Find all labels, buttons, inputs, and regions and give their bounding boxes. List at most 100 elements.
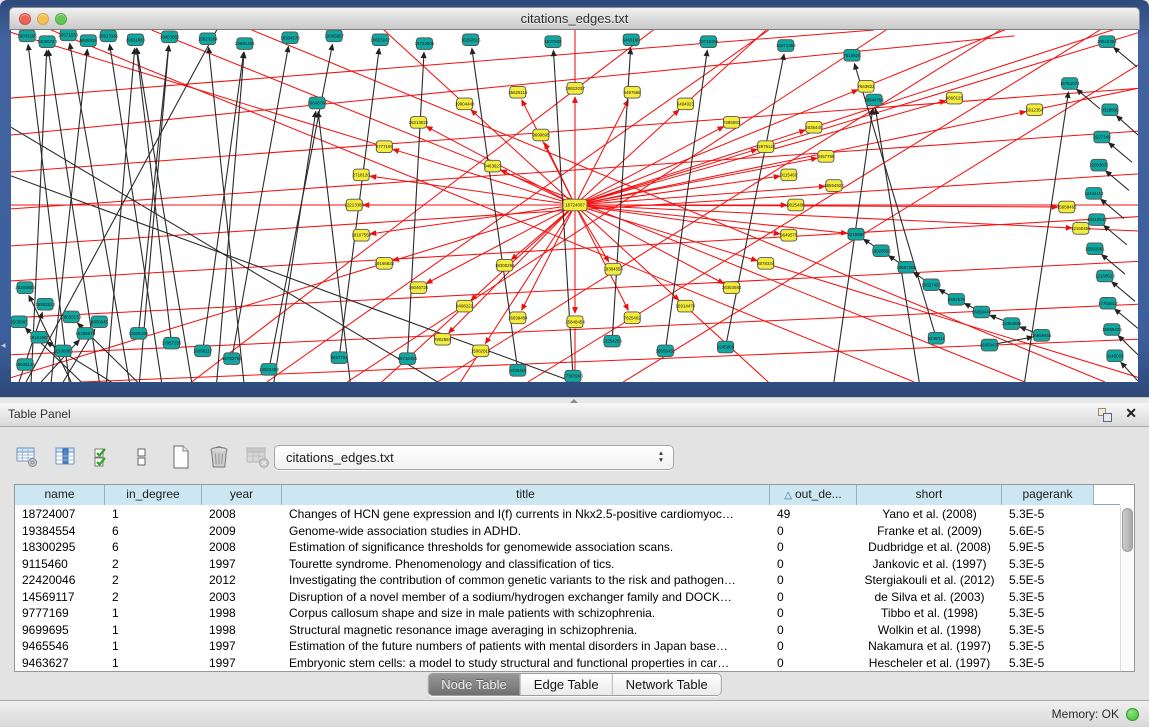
graph-node[interactable]: 15823284 xyxy=(198,33,218,45)
graph-node[interactable]: 2505887 xyxy=(11,316,28,328)
graph-node[interactable]: 16567251 xyxy=(896,261,916,273)
hub-node[interactable]: 18724007 xyxy=(563,199,587,211)
graph-node[interactable]: 19904448 xyxy=(455,98,475,110)
graph-node[interactable]: 9245009 xyxy=(717,341,735,353)
window-titlebar[interactable]: citations_edges.txt xyxy=(9,7,1140,30)
graph-node[interactable]: 15827450 xyxy=(921,279,941,291)
graph-node[interactable]: 5912354 xyxy=(1026,104,1044,116)
table-row[interactable]: 1872400712008Changes of HCN gene express… xyxy=(15,506,1120,523)
graph-node[interactable]: 12093872 xyxy=(1089,159,1109,171)
graph-node[interactable]: 16213022 xyxy=(409,117,429,129)
graph-node[interactable]: 9699695 xyxy=(532,129,550,141)
graph-node[interactable]: 17957255 xyxy=(162,337,182,349)
graph-node[interactable]: 12160455 xyxy=(1071,223,1091,235)
graph-node[interactable]: 19151504 xyxy=(29,331,49,343)
graph-node[interactable]: 12975125 xyxy=(756,141,776,153)
graph-node[interactable]: 16262615 xyxy=(461,34,481,46)
delete-column-icon[interactable] xyxy=(204,441,234,473)
graph-node[interactable]: 9498222 xyxy=(456,300,474,312)
column-header-out-de-[interactable]: △out_de... xyxy=(770,485,857,505)
close-panel-icon[interactable]: ✕ xyxy=(1125,405,1137,422)
graph-node[interactable]: 18650133 xyxy=(61,311,81,323)
graph-node[interactable]: 14671355 xyxy=(776,40,796,52)
graph-node[interactable]: 16353584 xyxy=(722,282,742,294)
table-row[interactable]: 946362711997Embryonic stem cells: a mode… xyxy=(15,655,1120,672)
graph-node[interactable]: 6466160 xyxy=(623,34,641,46)
graph-node[interactable]: 16959466 xyxy=(1032,329,1052,341)
column-header-in-degree[interactable]: in_degree xyxy=(105,485,202,505)
graph-node[interactable]: 16782759 xyxy=(222,353,242,365)
graph-node[interactable]: 20613345 xyxy=(99,30,119,42)
graph-node[interactable]: 18384578 xyxy=(280,32,300,44)
graph-node[interactable]: 12923468 xyxy=(259,364,279,376)
graph-node[interactable]: 12444113 xyxy=(1084,188,1104,200)
graph-node[interactable]: 15692951 xyxy=(1085,243,1105,255)
tab-node-table[interactable]: Node Table xyxy=(428,674,520,695)
graph-node[interactable]: 9245012 xyxy=(928,332,946,344)
graph-node[interactable]: 9227349 xyxy=(1093,131,1111,143)
graph-node[interactable]: 2718120 xyxy=(353,169,371,181)
graph-node[interactable]: 13254256 xyxy=(602,335,622,347)
float-panel-icon[interactable] xyxy=(1098,408,1113,423)
graph-node[interactable]: 16648784 xyxy=(307,97,327,109)
graph-node[interactable]: 10719155 xyxy=(699,36,719,48)
graph-node[interactable]: 9806845 xyxy=(91,316,109,328)
graph-node[interactable]: 18944794 xyxy=(864,94,884,106)
west-panel-handle-icon[interactable]: ◂ xyxy=(1,340,6,351)
graph-node[interactable]: 9857791 xyxy=(331,352,349,364)
graph-node[interactable]: 18822037 xyxy=(565,83,585,95)
graph-node[interactable]: 12160523 xyxy=(1095,270,1115,282)
table-settings-icon[interactable] xyxy=(12,441,42,473)
column-header-name[interactable]: name xyxy=(15,485,105,505)
graph-node[interactable]: 19505126 xyxy=(15,359,35,371)
graph-node[interactable]: 7625402 xyxy=(624,312,642,324)
graph-node[interactable]: 12505185 xyxy=(129,328,149,340)
graph-node[interactable]: 20611063 xyxy=(126,34,146,46)
graph-node[interactable]: 9649575 xyxy=(780,229,798,241)
graph-node[interactable]: 20642364 xyxy=(1097,36,1117,48)
graph-node[interactable]: 18107554 xyxy=(351,229,371,241)
graph-node[interactable]: 15848454 xyxy=(565,316,585,328)
graph-node[interactable]: 16046726 xyxy=(409,282,429,294)
graph-node[interactable]: 9025488 xyxy=(787,199,805,211)
graph-node[interactable]: 15982819 xyxy=(471,345,491,357)
graph-node[interactable]: 18300295 xyxy=(495,259,515,271)
graph-node[interactable]: 9438450 xyxy=(509,364,527,376)
graph-node[interactable]: 9115460 xyxy=(780,169,797,181)
column-header-pagerank[interactable]: pagerank xyxy=(1002,485,1094,505)
graph-node[interactable]: 16959435 xyxy=(980,339,1000,351)
graph-node[interactable]: 6497568 xyxy=(624,86,642,98)
graph-node[interactable]: 2036440 xyxy=(805,121,823,133)
clear-selection-icon[interactable] xyxy=(127,441,157,473)
graph-node[interactable]: 17363960 xyxy=(563,370,583,382)
graph-node[interactable]: 19166823 xyxy=(375,258,395,270)
graph-node[interactable]: 7485063 xyxy=(723,117,741,129)
graph-node[interactable]: 14055724 xyxy=(37,36,57,48)
scrollbar-thumb[interactable] xyxy=(1122,508,1133,552)
graph-node[interactable]: 9660125 xyxy=(946,92,964,104)
table-row[interactable]: 969969511998Structural magnetic resonanc… xyxy=(15,622,1120,639)
graph-node[interactable]: 16959452 xyxy=(656,345,676,357)
graph-node[interactable]: 16296674 xyxy=(75,328,95,340)
graph-node[interactable]: 19965857 xyxy=(324,30,344,42)
new-column-icon[interactable] xyxy=(166,441,196,473)
graph-node[interactable]: 15751074 xyxy=(1060,78,1080,90)
graph-node[interactable]: 8215958 xyxy=(847,228,865,240)
tab-edge-table[interactable]: Edge Table xyxy=(520,674,612,695)
tab-network-table[interactable]: Network Table xyxy=(612,674,721,695)
graph-node[interactable]: 6494023 xyxy=(677,98,695,110)
graph-node[interactable]: 17704812 xyxy=(1098,297,1118,309)
table-row[interactable]: 1456911722003Disruption of a novel membe… xyxy=(15,589,1120,606)
graph-node[interactable]: 20691406 xyxy=(235,38,255,50)
table-row[interactable]: 946554611997Estimation of the future num… xyxy=(15,638,1120,655)
graph-node[interactable]: 7663822 xyxy=(857,81,875,93)
graph-node[interactable]: 7515526 xyxy=(843,49,861,61)
show-columns-icon[interactable] xyxy=(50,441,80,473)
column-header-short[interactable]: short xyxy=(857,485,1002,505)
graph-node[interactable]: 18403562 xyxy=(160,31,180,43)
table-scrollbar[interactable] xyxy=(1120,506,1134,671)
graph-node[interactable]: 16554923 xyxy=(824,180,844,192)
graph-node[interactable]: 9482579 xyxy=(948,294,966,306)
table-row[interactable]: 1830029562008Estimation of significance … xyxy=(15,539,1120,556)
graph-node[interactable]: 8878334 xyxy=(757,258,775,270)
